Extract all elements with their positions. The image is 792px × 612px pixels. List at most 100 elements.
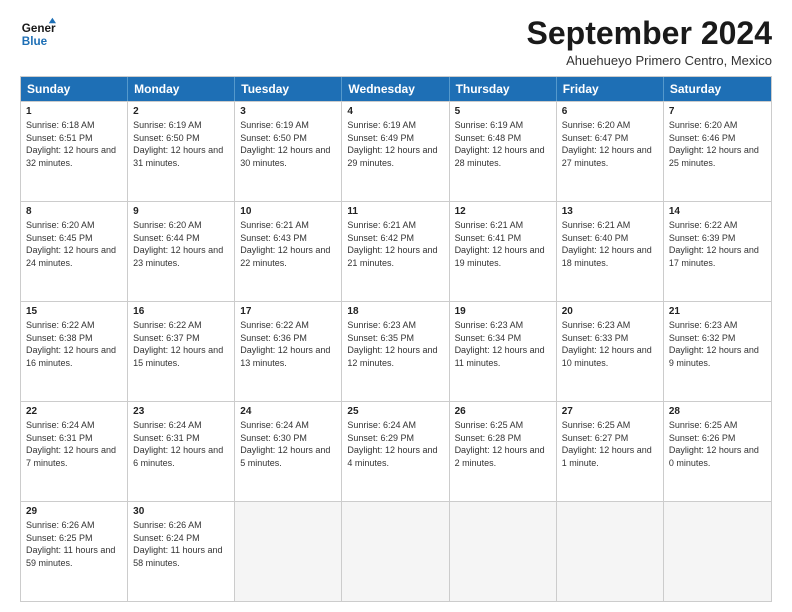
calendar-cell: 4 Sunrise: 6:19 AMSunset: 6:49 PMDaylight… xyxy=(342,102,449,201)
day-number: 11 xyxy=(347,206,443,217)
day-number: 6 xyxy=(562,106,658,117)
calendar-cell xyxy=(342,502,449,601)
calendar-cell: 17 Sunrise: 6:22 AMSunset: 6:36 PMDayligh… xyxy=(235,302,342,401)
day-number: 12 xyxy=(455,206,551,217)
calendar-cell: 16Sunrise: 6:22 AMSunset: 6:37 PMDayligh… xyxy=(128,302,235,401)
calendar-cell: 2Sunrise: 6:19 AMSunset: 6:50 PMDaylight… xyxy=(128,102,235,201)
calendar-row-0: 1Sunrise: 6:18 AMSunset: 6:51 PMDaylight… xyxy=(21,101,771,201)
calendar-cell: 18Sunrise: 6:23 AMSunset: 6:35 PMDayligh… xyxy=(342,302,449,401)
cell-info: Sunrise: 6:20 AMSunset: 6:45 PMDaylight:… xyxy=(26,220,116,268)
month-title: September 2024 xyxy=(527,16,772,51)
calendar-cell: 8 Sunrise: 6:20 AMSunset: 6:45 PMDaylight… xyxy=(21,202,128,301)
day-number: 14 xyxy=(669,206,766,217)
day-number: 18 xyxy=(347,306,443,317)
day-number: 3 xyxy=(240,106,336,117)
calendar-cell: 6 Sunrise: 6:20 AMSunset: 6:47 PMDaylight… xyxy=(557,102,664,201)
cell-info: Sunrise: 6:21 AMSunset: 6:43 PMDaylight:… xyxy=(240,220,330,268)
cell-info: Sunrise: 6:25 AMSunset: 6:28 PMDaylight:… xyxy=(455,420,545,468)
cell-info: Sunrise: 6:24 AMSunset: 6:31 PMDaylight:… xyxy=(133,420,223,468)
logo-icon: General Blue xyxy=(20,16,56,52)
calendar-cell: 10 Sunrise: 6:21 AMSunset: 6:43 PMDayligh… xyxy=(235,202,342,301)
day-number: 28 xyxy=(669,406,766,417)
calendar-row-2: 15 Sunrise: 6:22 AMSunset: 6:38 PMDayligh… xyxy=(21,301,771,401)
cell-info: Sunrise: 6:24 AMSunset: 6:29 PMDaylight:… xyxy=(347,420,437,468)
calendar-row-3: 22 Sunrise: 6:24 AMSunset: 6:31 PMDayligh… xyxy=(21,401,771,501)
calendar-cell: 28 Sunrise: 6:25 AMSunset: 6:26 PMDayligh… xyxy=(664,402,771,501)
calendar-row-1: 8 Sunrise: 6:20 AMSunset: 6:45 PMDaylight… xyxy=(21,201,771,301)
cell-info: Sunrise: 6:24 AMSunset: 6:30 PMDaylight:… xyxy=(240,420,330,468)
calendar-cell: 23 Sunrise: 6:24 AMSunset: 6:31 PMDayligh… xyxy=(128,402,235,501)
calendar-cell: 5 Sunrise: 6:19 AMSunset: 6:48 PMDaylight… xyxy=(450,102,557,201)
day-number: 10 xyxy=(240,206,336,217)
calendar-cell xyxy=(235,502,342,601)
cell-info: Sunrise: 6:22 AMSunset: 6:38 PMDaylight:… xyxy=(26,320,116,368)
day-number: 9 xyxy=(133,206,229,217)
header-thursday: Thursday xyxy=(450,77,557,101)
cell-info: Sunrise: 6:22 AMSunset: 6:36 PMDaylight:… xyxy=(240,320,330,368)
cell-info: Sunrise: 6:19 AMSunset: 6:50 PMDaylight:… xyxy=(133,120,223,168)
calendar-cell: 26 Sunrise: 6:25 AMSunset: 6:28 PMDayligh… xyxy=(450,402,557,501)
cell-info: Sunrise: 6:24 AMSunset: 6:31 PMDaylight:… xyxy=(26,420,116,468)
calendar-cell: 3 Sunrise: 6:19 AMSunset: 6:50 PMDaylight… xyxy=(235,102,342,201)
svg-text:General: General xyxy=(22,22,56,35)
calendar: Sunday Monday Tuesday Wednesday Thursday… xyxy=(20,76,772,602)
cell-info: Sunrise: 6:19 AMSunset: 6:49 PMDaylight:… xyxy=(347,120,437,168)
day-number: 5 xyxy=(455,106,551,117)
day-number: 21 xyxy=(669,306,766,317)
header: General Blue September 2024 Ahuehueyo Pr… xyxy=(20,16,772,68)
cell-info: Sunrise: 6:19 AMSunset: 6:50 PMDaylight:… xyxy=(240,120,330,168)
cell-info: Sunrise: 6:26 AMSunset: 6:24 PMDaylight:… xyxy=(133,520,222,568)
cell-info: Sunrise: 6:21 AMSunset: 6:41 PMDaylight:… xyxy=(455,220,545,268)
calendar-body: 1Sunrise: 6:18 AMSunset: 6:51 PMDaylight… xyxy=(21,101,771,601)
cell-info: Sunrise: 6:20 AMSunset: 6:44 PMDaylight:… xyxy=(133,220,223,268)
svg-text:Blue: Blue xyxy=(22,35,48,48)
cell-info: Sunrise: 6:23 AMSunset: 6:34 PMDaylight:… xyxy=(455,320,545,368)
calendar-cell: 15 Sunrise: 6:22 AMSunset: 6:38 PMDayligh… xyxy=(21,302,128,401)
day-number: 22 xyxy=(26,406,122,417)
day-number: 13 xyxy=(562,206,658,217)
calendar-cell: 30 Sunrise: 6:26 AMSunset: 6:24 PMDayligh… xyxy=(128,502,235,601)
day-number: 19 xyxy=(455,306,551,317)
day-number: 23 xyxy=(133,406,229,417)
calendar-cell: 1Sunrise: 6:18 AMSunset: 6:51 PMDaylight… xyxy=(21,102,128,201)
header-sunday: Sunday xyxy=(21,77,128,101)
day-number: 25 xyxy=(347,406,443,417)
day-number: 26 xyxy=(455,406,551,417)
day-number: 17 xyxy=(240,306,336,317)
cell-info: Sunrise: 6:18 AMSunset: 6:51 PMDaylight:… xyxy=(26,120,116,168)
calendar-cell: 21Sunrise: 6:23 AMSunset: 6:32 PMDayligh… xyxy=(664,302,771,401)
cell-info: Sunrise: 6:19 AMSunset: 6:48 PMDaylight:… xyxy=(455,120,545,168)
cell-info: Sunrise: 6:23 AMSunset: 6:33 PMDaylight:… xyxy=(562,320,652,368)
location: Ahuehueyo Primero Centro, Mexico xyxy=(527,53,772,68)
header-wednesday: Wednesday xyxy=(342,77,449,101)
calendar-cell: 14Sunrise: 6:22 AMSunset: 6:39 PMDayligh… xyxy=(664,202,771,301)
cell-info: Sunrise: 6:20 AMSunset: 6:47 PMDaylight:… xyxy=(562,120,652,168)
calendar-cell: 20 Sunrise: 6:23 AMSunset: 6:33 PMDayligh… xyxy=(557,302,664,401)
header-tuesday: Tuesday xyxy=(235,77,342,101)
day-number: 4 xyxy=(347,106,443,117)
day-number: 20 xyxy=(562,306,658,317)
page: General Blue September 2024 Ahuehueyo Pr… xyxy=(0,0,792,612)
day-number: 15 xyxy=(26,306,122,317)
calendar-cell: 13 Sunrise: 6:21 AMSunset: 6:40 PMDayligh… xyxy=(557,202,664,301)
cell-info: Sunrise: 6:21 AMSunset: 6:40 PMDaylight:… xyxy=(562,220,652,268)
day-number: 27 xyxy=(562,406,658,417)
calendar-cell xyxy=(450,502,557,601)
cell-info: Sunrise: 6:21 AMSunset: 6:42 PMDaylight:… xyxy=(347,220,437,268)
calendar-cell xyxy=(557,502,664,601)
logo: General Blue xyxy=(20,16,56,52)
calendar-cell: 12 Sunrise: 6:21 AMSunset: 6:41 PMDayligh… xyxy=(450,202,557,301)
day-number: 16 xyxy=(133,306,229,317)
calendar-cell: 11 Sunrise: 6:21 AMSunset: 6:42 PMDayligh… xyxy=(342,202,449,301)
day-number: 30 xyxy=(133,506,229,517)
calendar-cell: 29Sunrise: 6:26 AMSunset: 6:25 PMDayligh… xyxy=(21,502,128,601)
title-block: September 2024 Ahuehueyo Primero Centro,… xyxy=(527,16,772,68)
cell-info: Sunrise: 6:25 AMSunset: 6:26 PMDaylight:… xyxy=(669,420,759,468)
calendar-cell: 7Sunrise: 6:20 AMSunset: 6:46 PMDaylight… xyxy=(664,102,771,201)
day-number: 8 xyxy=(26,206,122,217)
calendar-cell: 27 Sunrise: 6:25 AMSunset: 6:27 PMDayligh… xyxy=(557,402,664,501)
header-saturday: Saturday xyxy=(664,77,771,101)
day-number: 29 xyxy=(26,506,122,517)
cell-info: Sunrise: 6:25 AMSunset: 6:27 PMDaylight:… xyxy=(562,420,652,468)
calendar-cell: 9 Sunrise: 6:20 AMSunset: 6:44 PMDaylight… xyxy=(128,202,235,301)
